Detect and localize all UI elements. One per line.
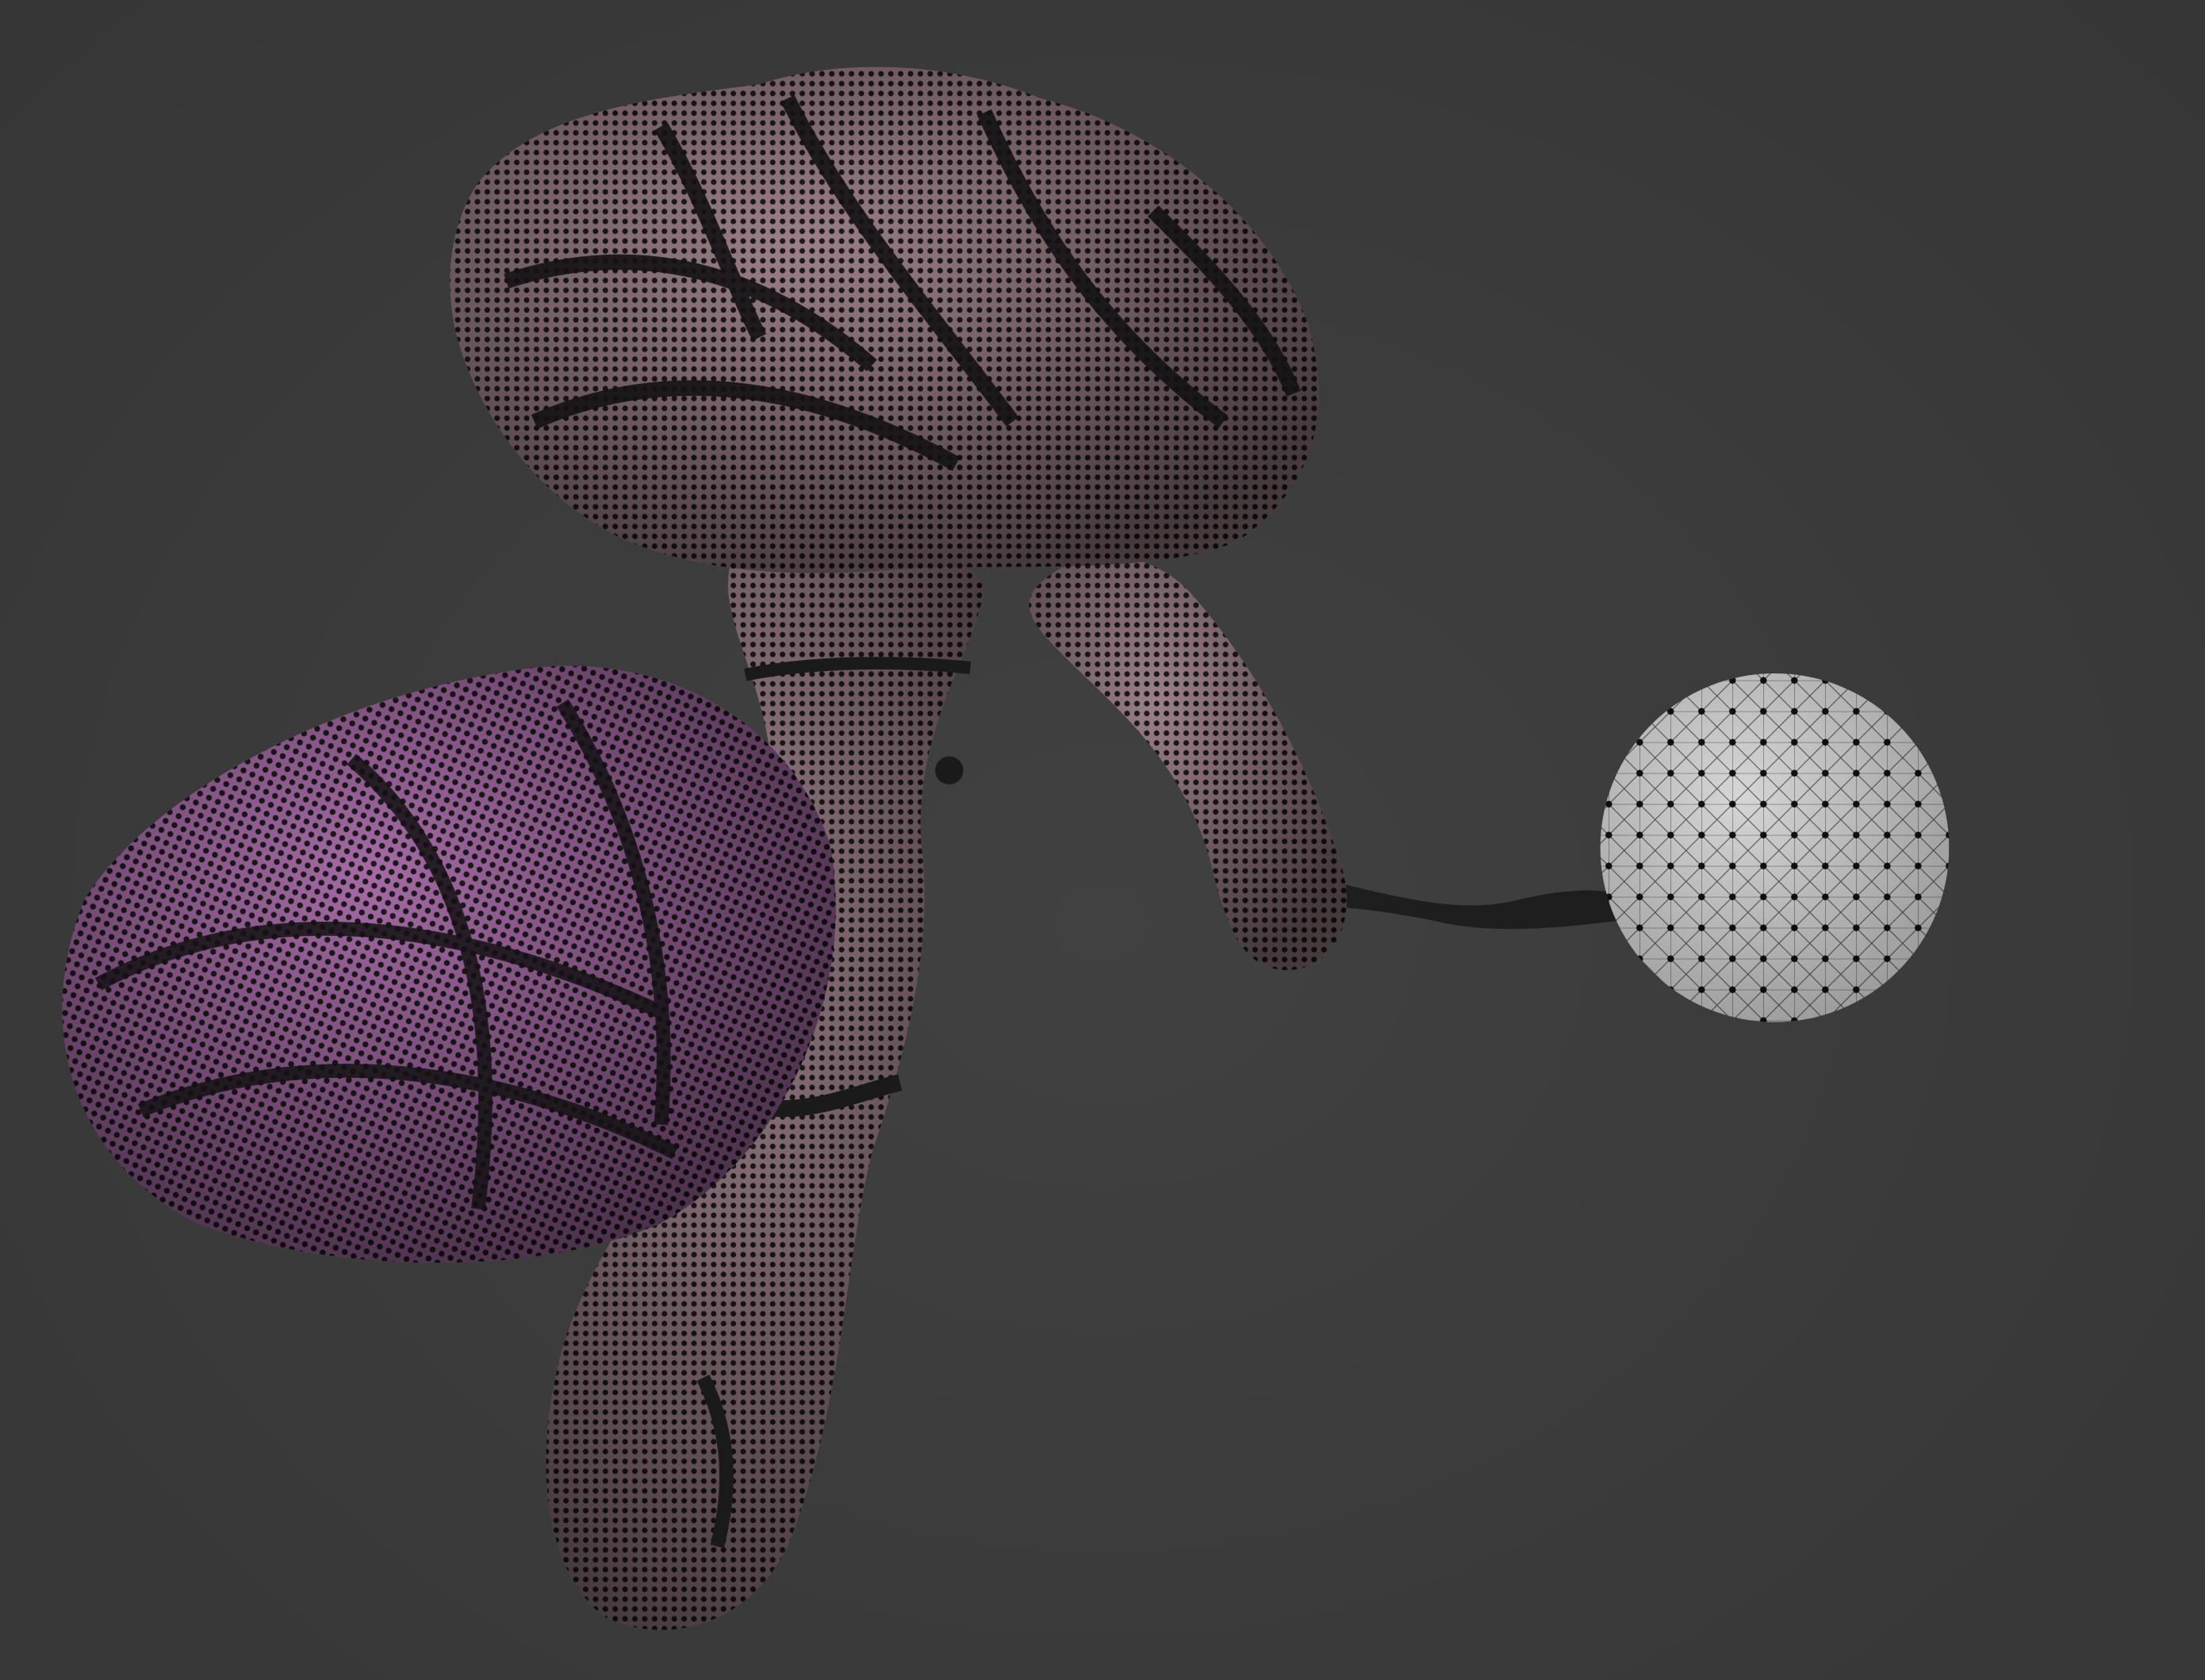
eyeball-sphere[interactable] [1600,673,1950,1022]
3d-viewport[interactable] [0,0,2205,1680]
optic-nerve[interactable] [1029,556,1347,970]
optic-stalk [1321,878,1617,930]
cerebrum[interactable] [450,67,1319,573]
scene-canvas[interactable] [0,0,2205,1680]
cerebellum[interactable] [62,665,836,1263]
